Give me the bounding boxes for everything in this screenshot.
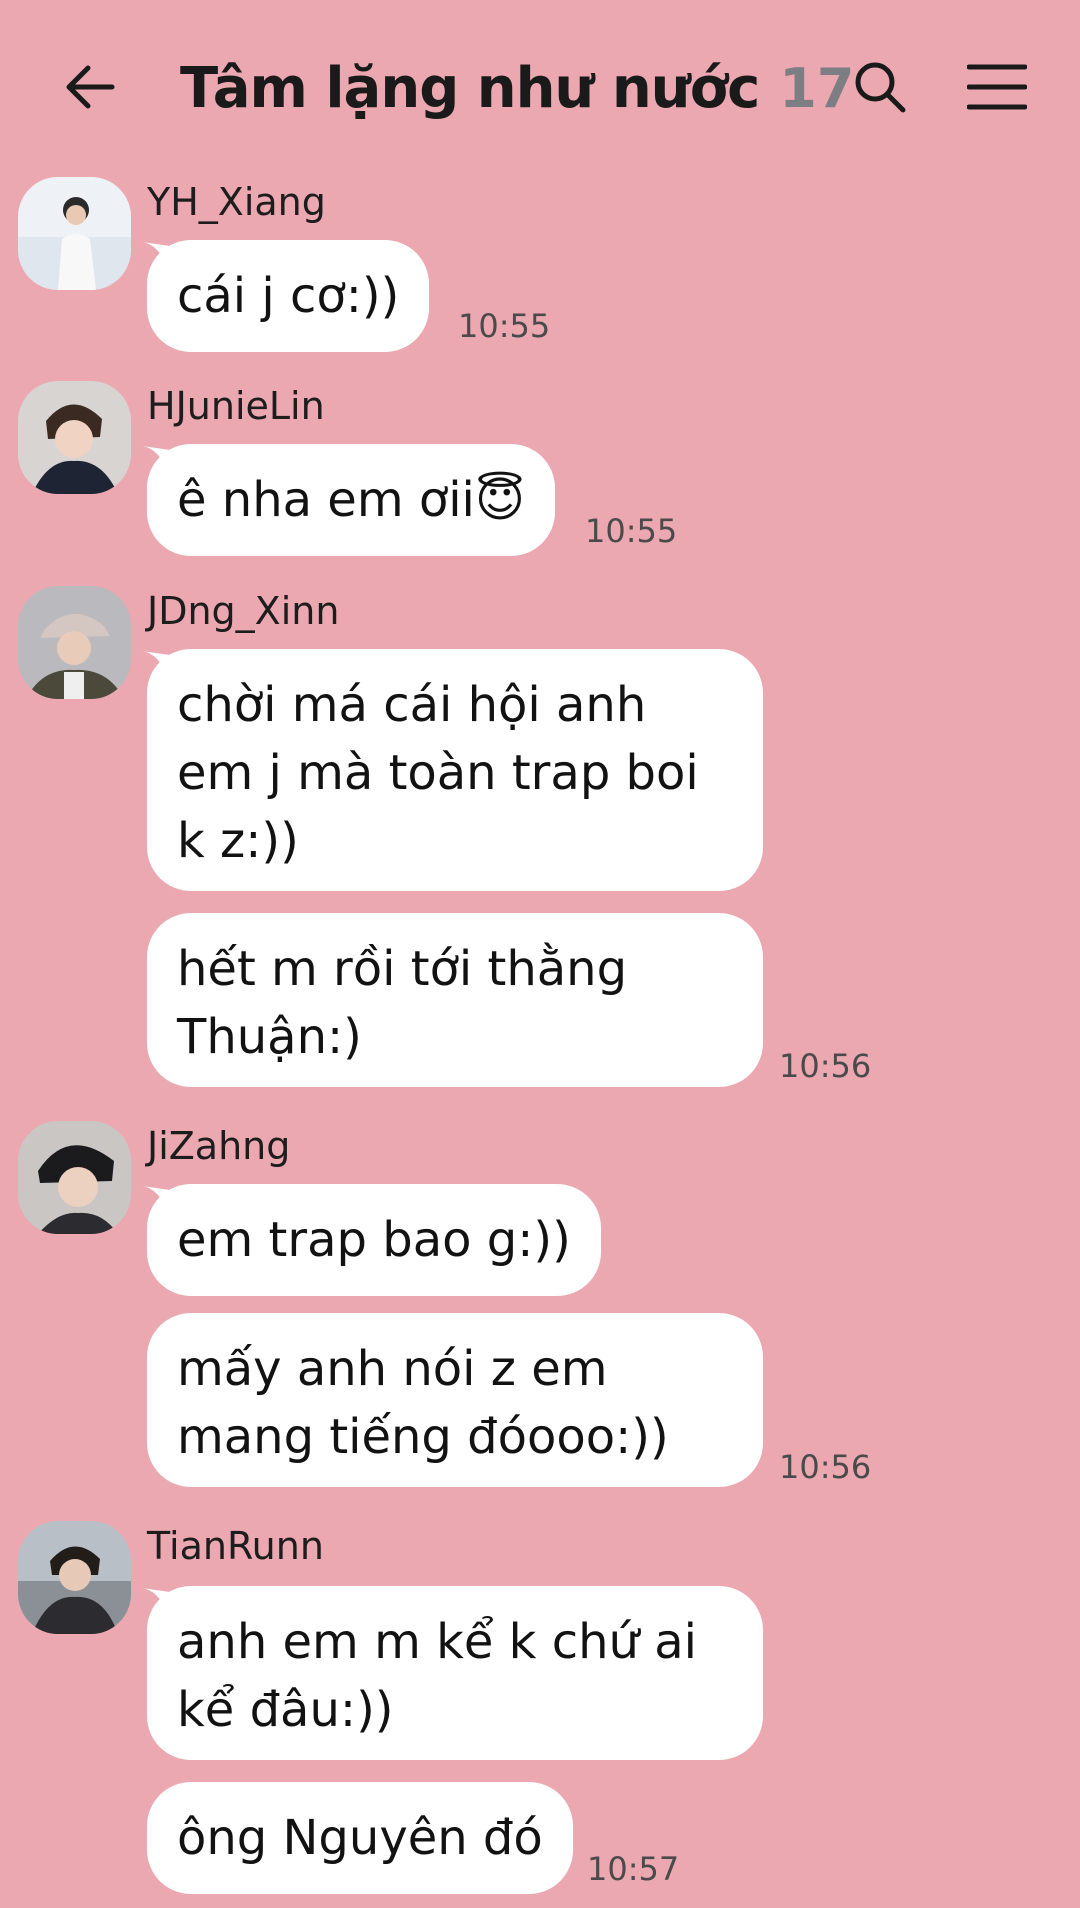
chat-title: Tâm lặng như nước <box>180 55 760 121</box>
message-time: 10:57 <box>587 1850 680 1888</box>
message-time: 10:55 <box>458 307 551 345</box>
menu-button[interactable] <box>962 52 1032 122</box>
message-bubble[interactable]: hết m rồi tới thằng Thuận:) <box>147 913 763 1087</box>
avatar-yh-xiang[interactable] <box>18 177 131 290</box>
member-count: 17 <box>779 56 855 120</box>
search-icon <box>855 62 906 113</box>
message-time: 10:55 <box>585 512 678 550</box>
sender-name: HJunieLin <box>147 384 325 428</box>
message-bubble[interactable]: chời má cái hội anh em j mà toàn trap bo… <box>147 649 763 891</box>
message-bubble[interactable]: ông Nguyên đó <box>147 1782 573 1894</box>
sender-name: JDng_Xinn <box>147 589 340 633</box>
avatar-jdng-xinn[interactable] <box>18 586 131 699</box>
chat-header: Tâm lặng như nước 17 <box>0 0 1080 170</box>
hamburger-menu-icon <box>967 64 1027 110</box>
back-button[interactable] <box>55 52 125 122</box>
avatar-hjunielin[interactable] <box>18 381 131 494</box>
arrow-left-icon <box>66 65 115 109</box>
message-time: 10:56 <box>779 1448 872 1486</box>
message-bubble[interactable]: em trap bao g:)) <box>147 1184 601 1296</box>
sender-name: JiZahng <box>147 1124 291 1168</box>
avatar-tianrunn[interactable] <box>18 1521 131 1634</box>
sender-name: YH_Xiang <box>147 180 326 224</box>
message-bubble[interactable]: anh em m kể k chứ ai kể đâu:)) <box>147 1586 763 1760</box>
message-bubble[interactable]: cái j cơ:)) <box>147 240 430 352</box>
chat-title-area[interactable]: Tâm lặng như nước 17 <box>180 48 854 128</box>
sender-name: TianRunn <box>147 1524 324 1568</box>
search-button[interactable] <box>845 52 915 122</box>
message-time: 10:56 <box>779 1047 872 1085</box>
avatar-jizahng[interactable] <box>18 1121 131 1234</box>
message-bubble[interactable]: ê nha em ơii😇 <box>147 444 555 556</box>
message-bubble[interactable]: mấy anh nói z em mang tiếng đóooo:)) <box>147 1313 763 1487</box>
